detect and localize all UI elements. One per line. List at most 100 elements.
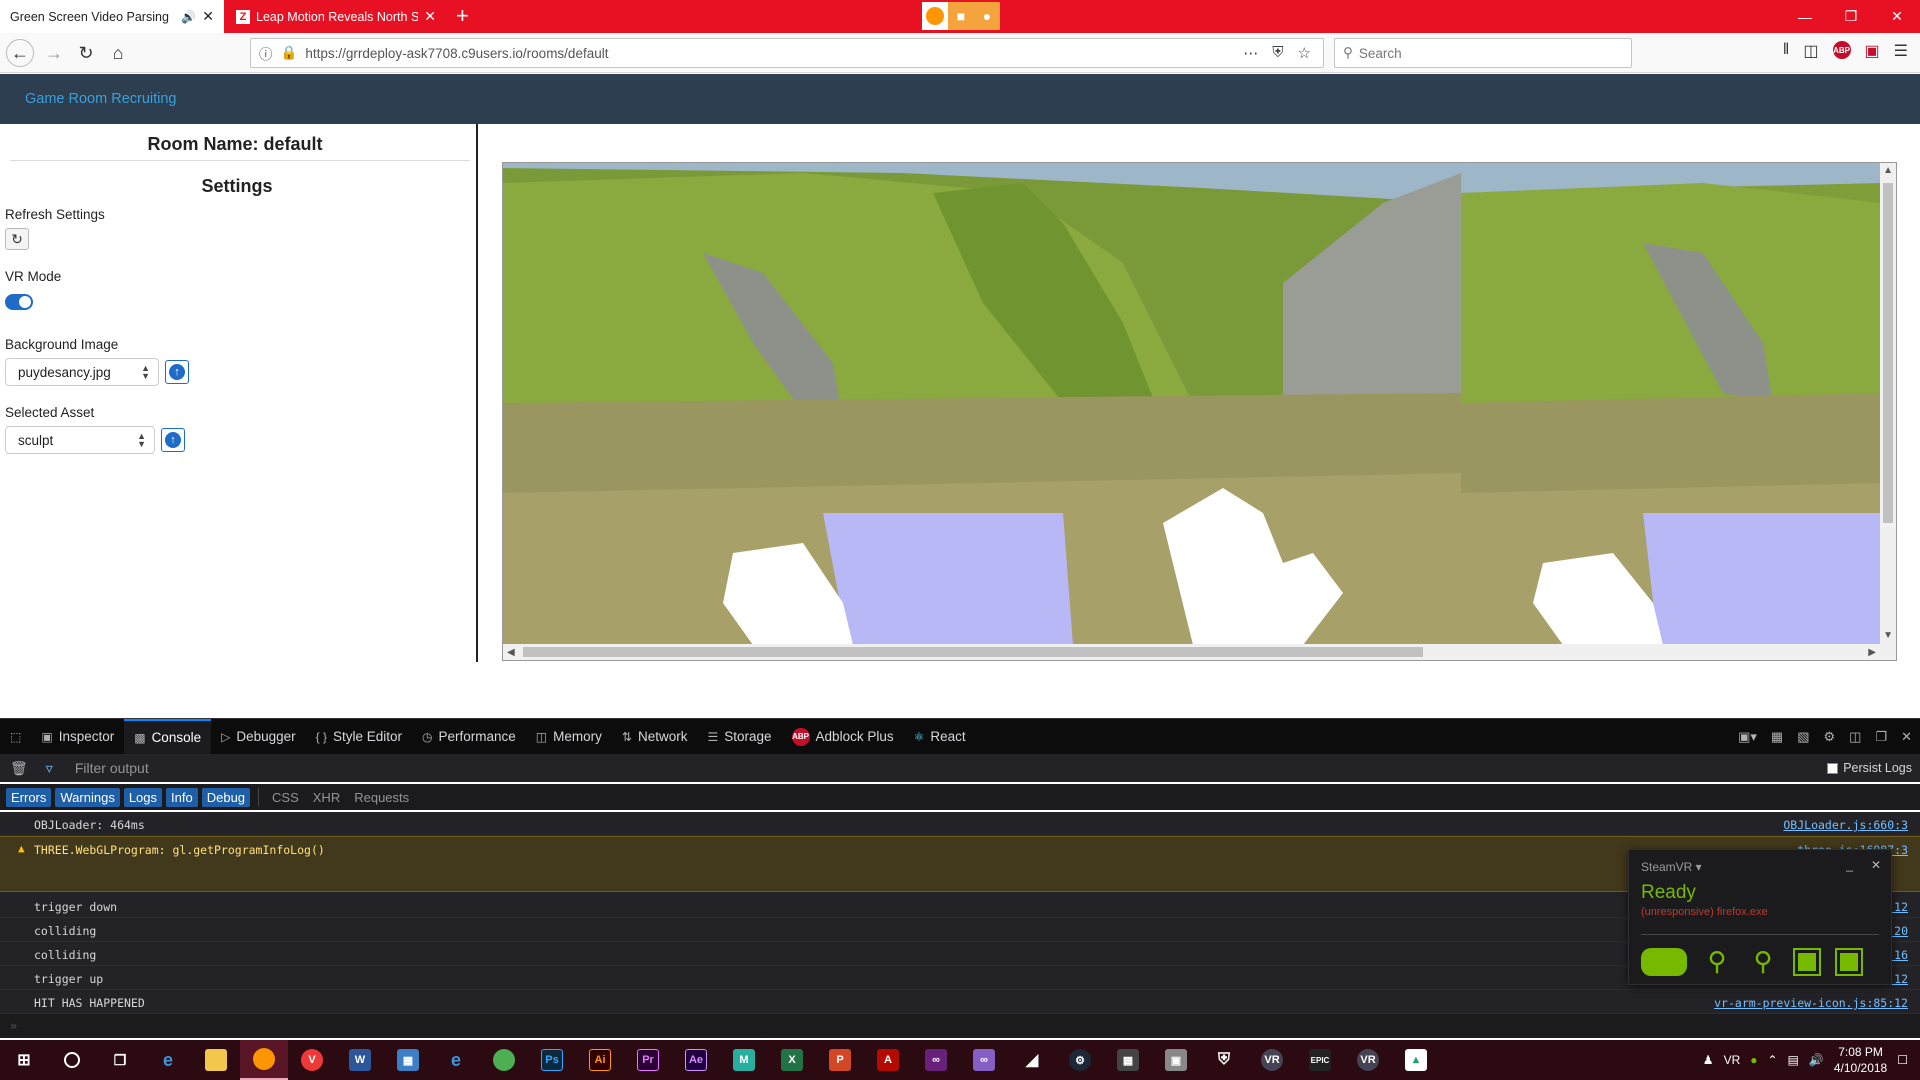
tray-nvidia-icon[interactable]: ● xyxy=(1750,1053,1757,1067)
selected-asset-select[interactable]: sculpt ▲ ▼ xyxy=(5,426,155,454)
layout-icon[interactable]: ▣▾ xyxy=(1738,729,1757,745)
google-drive-icon[interactable]: ▲ xyxy=(1392,1040,1440,1080)
steamvr-title[interactable]: SteamVR ▾ xyxy=(1641,860,1702,874)
scroll-thumb[interactable] xyxy=(1883,183,1893,523)
filter-debug[interactable]: Debug xyxy=(201,787,251,807)
menu-icon[interactable]: ☰ xyxy=(1894,41,1908,61)
background-image-select[interactable]: puydesancy.jpg ▲ ▼ xyxy=(5,358,159,386)
tab-console[interactable]: ▩ Console xyxy=(124,718,212,755)
tab-react[interactable]: ⚛ React xyxy=(904,719,976,755)
filter-info[interactable]: Info xyxy=(166,787,198,807)
info-icon[interactable]: ⓘ xyxy=(259,43,273,63)
close-devtools-icon[interactable]: ✕ xyxy=(1901,729,1912,745)
tab-inspector[interactable]: ▣ Inspector xyxy=(31,719,124,755)
filter-requests[interactable]: Requests xyxy=(349,788,414,807)
scroll-thumb[interactable] xyxy=(523,647,1423,657)
url-text[interactable]: https://grrdeploy-ask7708.c9users.io/roo… xyxy=(305,46,1243,61)
filter-css[interactable]: CSS xyxy=(267,788,304,807)
sidebar-icon[interactable]: ◫ xyxy=(1803,41,1818,61)
controller-icon[interactable]: ⚲ xyxy=(1747,946,1779,978)
upload-asset-button[interactable]: ↑ xyxy=(161,428,185,452)
tab-performance[interactable]: ◷ Performance xyxy=(412,719,526,755)
headset-icon[interactable] xyxy=(1641,948,1687,976)
illustrator-icon[interactable]: Ai xyxy=(576,1040,624,1080)
upload-background-button[interactable]: ↑ xyxy=(165,360,189,384)
scroll-left-icon[interactable]: ◀ xyxy=(507,647,515,658)
speaker-icon[interactable]: 🔊 xyxy=(181,10,196,24)
horizontal-scrollbar[interactable] xyxy=(503,644,1896,660)
chrome-icon[interactable] xyxy=(480,1040,528,1080)
close-tab-icon[interactable]: ✕ xyxy=(202,8,214,25)
scroll-down-icon[interactable]: ▼ xyxy=(1883,630,1893,641)
page-actions-icon[interactable]: ⋯ xyxy=(1243,44,1258,62)
steamvr-taskbar-icon[interactable]: VR xyxy=(1344,1040,1392,1080)
library-icon[interactable]: ‖ xyxy=(1783,41,1790,61)
task-view-icon[interactable]: ❐ xyxy=(96,1040,144,1080)
filter-icon[interactable]: ▿ xyxy=(46,760,53,777)
excel-icon[interactable]: X xyxy=(768,1040,816,1080)
network-icon[interactable]: ▦ xyxy=(384,1040,432,1080)
tray-arrow-icon[interactable]: ⌃ xyxy=(1767,1053,1777,1067)
vr-scene-canvas[interactable]: ▲ ▼ ◀ ▶ xyxy=(502,162,1897,661)
security-shield-icon[interactable]: ⛨ xyxy=(1200,1040,1248,1080)
firefox-taskbar-icon[interactable] xyxy=(240,1040,288,1080)
tab-style-editor[interactable]: { } Style Editor xyxy=(306,719,412,755)
calculator-icon[interactable]: ▦ xyxy=(1104,1040,1152,1080)
after-effects-icon[interactable]: Ae xyxy=(672,1040,720,1080)
premiere-icon[interactable]: Pr xyxy=(624,1040,672,1080)
vr-mode-toggle[interactable] xyxy=(5,294,33,310)
filter-logs[interactable]: Logs xyxy=(123,787,163,807)
close-icon[interactable]: ✕ xyxy=(1871,858,1881,872)
tab-memory[interactable]: ◫ Memory xyxy=(526,719,612,755)
pocket-icon[interactable]: ⛨ xyxy=(1272,44,1283,62)
search-input[interactable]: ⚲ Search xyxy=(1334,38,1632,68)
console-input[interactable]: » xyxy=(0,1014,1920,1038)
people-icon[interactable]: ♟ xyxy=(1703,1053,1714,1067)
settings-gear-icon[interactable]: ⚙ xyxy=(1823,729,1835,745)
cortana-icon[interactable] xyxy=(48,1040,96,1080)
network-tray-icon[interactable]: ▤ xyxy=(1788,1053,1799,1067)
tab-network[interactable]: ⇅ Network xyxy=(612,719,698,755)
notifications-icon[interactable]: ☐ xyxy=(1897,1053,1908,1067)
extension-icon[interactable]: ▣ xyxy=(1865,41,1880,61)
brand-link[interactable]: Game Room Recruiting xyxy=(25,91,177,107)
close-icon[interactable]: ✕ xyxy=(1874,0,1920,33)
filter-errors[interactable]: Errors xyxy=(6,787,52,807)
message-source-link[interactable]: OBJLoader.js:660:3 xyxy=(1783,818,1908,832)
scroll-up-icon[interactable]: ▲ xyxy=(1883,165,1893,176)
dock-side-icon[interactable]: ◫ xyxy=(1849,729,1861,745)
element-picker-icon[interactable]: ⬚ xyxy=(0,719,31,755)
visual-studio-icon[interactable]: ∞ xyxy=(912,1040,960,1080)
home-icon[interactable]: ⌂ xyxy=(104,39,132,67)
filter-output-input[interactable]: Filter output xyxy=(75,760,149,776)
tab-storage[interactable]: ☰ Storage xyxy=(697,719,781,755)
tray-vr-icon[interactable]: VR xyxy=(1724,1053,1741,1067)
steamvr-window[interactable]: SteamVR ▾ _ ✕ Ready (unresponsive) firef… xyxy=(1628,849,1892,985)
lock-icon[interactable]: 🔒 xyxy=(281,45,298,61)
volume-icon[interactable]: 🔊 xyxy=(1809,1053,1824,1067)
tab-green-screen[interactable]: Green Screen Video Parsing 🔊 ✕ xyxy=(0,0,224,33)
powerpoint-icon[interactable]: P xyxy=(816,1040,864,1080)
acrobat-icon[interactable]: A xyxy=(864,1040,912,1080)
internet-explorer-icon[interactable]: e xyxy=(432,1040,480,1080)
reload-icon[interactable]: ↻ xyxy=(72,39,100,67)
vr-app-icon[interactable]: VR xyxy=(1248,1040,1296,1080)
refresh-button[interactable]: ↻ xyxy=(5,228,29,250)
minimize-icon[interactable]: _ xyxy=(1846,858,1853,872)
controller-icon[interactable]: ⚲ xyxy=(1701,946,1733,978)
unity-icon[interactable]: ◢ xyxy=(1008,1040,1056,1080)
clock[interactable]: 7:08 PM 4/10/2018 xyxy=(1834,1044,1887,1076)
remote-desktop-icon[interactable]: ▣ xyxy=(1152,1040,1200,1080)
bookmark-star-icon[interactable]: ☆ xyxy=(1298,44,1311,62)
photoshop-icon[interactable]: Ps xyxy=(528,1040,576,1080)
visual-studio-alt-icon[interactable]: ∞ xyxy=(960,1040,1008,1080)
scroll-right-icon[interactable]: ▶ xyxy=(1868,647,1876,658)
separate-window-icon[interactable]: ❐ xyxy=(1875,729,1887,745)
tab-debugger[interactable]: ▷ Debugger xyxy=(211,719,306,755)
file-explorer-icon[interactable] xyxy=(192,1040,240,1080)
filter-warnings[interactable]: Warnings xyxy=(55,787,120,807)
epic-games-icon[interactable]: EPIC xyxy=(1296,1040,1344,1080)
close-tab-icon[interactable]: ✕ xyxy=(424,8,436,25)
vivaldi-icon[interactable]: V xyxy=(288,1040,336,1080)
adblock-plus-icon[interactable]: ABP xyxy=(1832,41,1851,59)
